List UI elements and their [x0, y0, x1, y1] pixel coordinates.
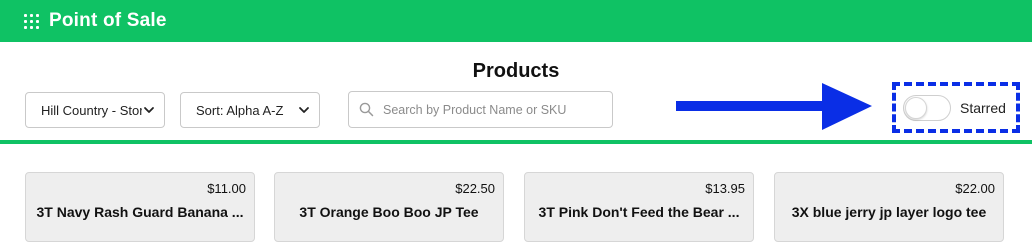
sort-select-value: Sort: Alpha A-Z — [196, 102, 284, 118]
page-title: Products — [472, 60, 560, 82]
starred-toggle[interactable] — [903, 95, 951, 121]
product-name: 3X blue jerry jp layer logo tee — [791, 204, 987, 220]
product-card[interactable]: $22.00 3X blue jerry jp layer logo tee — [774, 172, 1004, 242]
product-name: 3T Pink Don't Feed the Bear ... — [538, 204, 740, 220]
product-price: $22.00 — [955, 181, 995, 196]
sort-select[interactable]: Sort: Alpha A-Z — [180, 92, 320, 128]
toggle-knob — [905, 97, 927, 119]
grid-menu-icon[interactable] — [24, 13, 39, 29]
chevron-down-icon — [299, 107, 309, 113]
chevron-down-icon — [144, 107, 154, 113]
search-input[interactable] — [383, 102, 608, 117]
store-select-value: Hill Country - Store — [41, 102, 142, 118]
product-price: $22.50 — [455, 181, 495, 196]
product-name: 3T Navy Rash Guard Banana ... — [36, 204, 244, 220]
product-price: $11.00 — [207, 181, 246, 196]
app-title: Point of Sale — [49, 10, 167, 31]
product-price: $13.95 — [705, 181, 745, 196]
product-card[interactable]: $13.95 3T Pink Don't Feed the Bear ... — [524, 172, 754, 242]
product-card[interactable]: $11.00 3T Navy Rash Guard Banana ... — [25, 172, 255, 242]
search-icon — [359, 102, 374, 117]
product-name: 3T Orange Boo Boo JP Tee — [299, 204, 479, 220]
annotation-arrow — [676, 83, 872, 130]
section-divider — [0, 140, 1032, 144]
starred-label: Starred — [960, 100, 1006, 116]
search-box — [348, 91, 613, 128]
product-card[interactable]: $22.50 3T Orange Boo Boo JP Tee — [274, 172, 504, 242]
store-select[interactable]: Hill Country - Store — [25, 92, 165, 128]
top-bar: Point of Sale — [0, 0, 1032, 42]
